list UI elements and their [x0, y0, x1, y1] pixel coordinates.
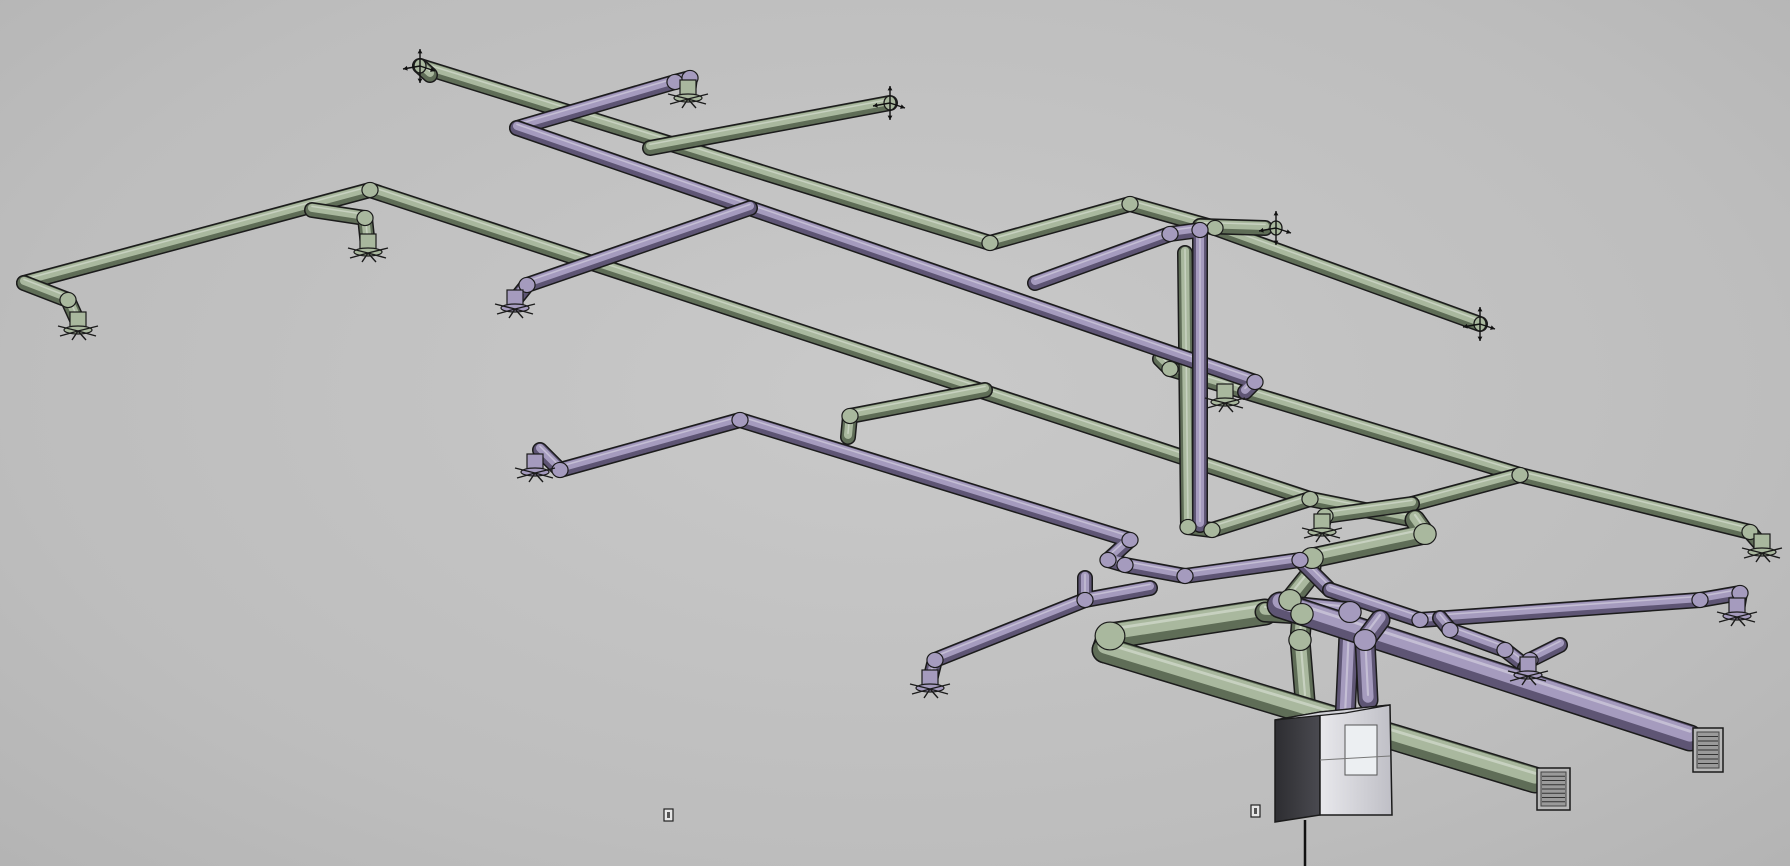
cad-viewport[interactable]: [0, 0, 1790, 866]
duct-elbow: [1179, 518, 1197, 536]
duct-elbow: [1161, 360, 1179, 378]
ventilation-3d-view[interactable]: [0, 0, 1790, 866]
ventilation-unit[interactable]: [1274, 704, 1393, 866]
exhaust-duct[interactable]: [922, 592, 1093, 688]
exhaust-duct[interactable]: [1077, 570, 1158, 608]
duct-elbow: [926, 651, 944, 669]
duct-elbow: [1288, 628, 1312, 652]
duct-elbow: [1094, 621, 1126, 651]
duct-network: [16, 58, 1770, 794]
duct-elbow: [1290, 602, 1314, 626]
wall-grille-icon[interactable]: [1536, 767, 1571, 811]
exhaust-duct[interactable]: [1354, 609, 1391, 711]
duct-elbow: [1206, 219, 1224, 237]
duct-terminals: [57, 49, 1783, 822]
diffuser-icon[interactable]: [347, 233, 389, 263]
duct-elbow: [361, 181, 379, 199]
supply-duct-branch-north[interactable]: [642, 95, 898, 156]
switch-icon[interactable]: [663, 808, 674, 822]
duct-elbow: [731, 411, 749, 429]
duct-elbow: [1338, 600, 1362, 624]
duct-elbow: [1411, 611, 1429, 629]
duct-elbow: [1496, 641, 1514, 659]
duct-elbow: [1076, 591, 1094, 609]
switch-icon[interactable]: [1250, 804, 1261, 818]
duct-elbow: [1301, 490, 1319, 508]
duct-elbow: [1191, 221, 1209, 239]
supply-duct[interactable]: [840, 382, 993, 445]
supply-duct[interactable]: [1404, 467, 1528, 512]
duct-elbow: [1121, 195, 1139, 213]
duct-elbow: [1511, 466, 1529, 484]
duct-elbow: [1116, 556, 1134, 574]
duct-elbow: [1291, 551, 1309, 569]
diffuser-icon[interactable]: [909, 669, 951, 699]
duct-elbow: [841, 407, 859, 425]
exhaust-duct-main-lower[interactable]: [532, 412, 1338, 598]
duct-elbow: [1246, 373, 1264, 391]
duct-elbow: [1176, 567, 1194, 585]
duct-elbow: [1353, 628, 1377, 652]
duct-elbow: [981, 234, 999, 252]
duct-elbow: [1203, 521, 1221, 539]
duct-elbow: [1413, 522, 1437, 546]
air-handling-unit[interactable]: [1274, 704, 1393, 866]
duct-elbow: [59, 291, 77, 309]
duct-elbow: [1099, 551, 1117, 569]
wall-grille-icon[interactable]: [1692, 727, 1724, 773]
duct-elbow: [1161, 225, 1179, 243]
exhaust-duct-main-east[interactable]: [1322, 582, 1748, 628]
diffuser-icon[interactable]: [57, 311, 99, 341]
duct-elbow: [1121, 531, 1139, 549]
duct-elbow: [1691, 591, 1709, 609]
duct-elbow: [551, 461, 569, 479]
duct-elbow: [356, 209, 374, 227]
duct-elbow: [1441, 621, 1459, 639]
